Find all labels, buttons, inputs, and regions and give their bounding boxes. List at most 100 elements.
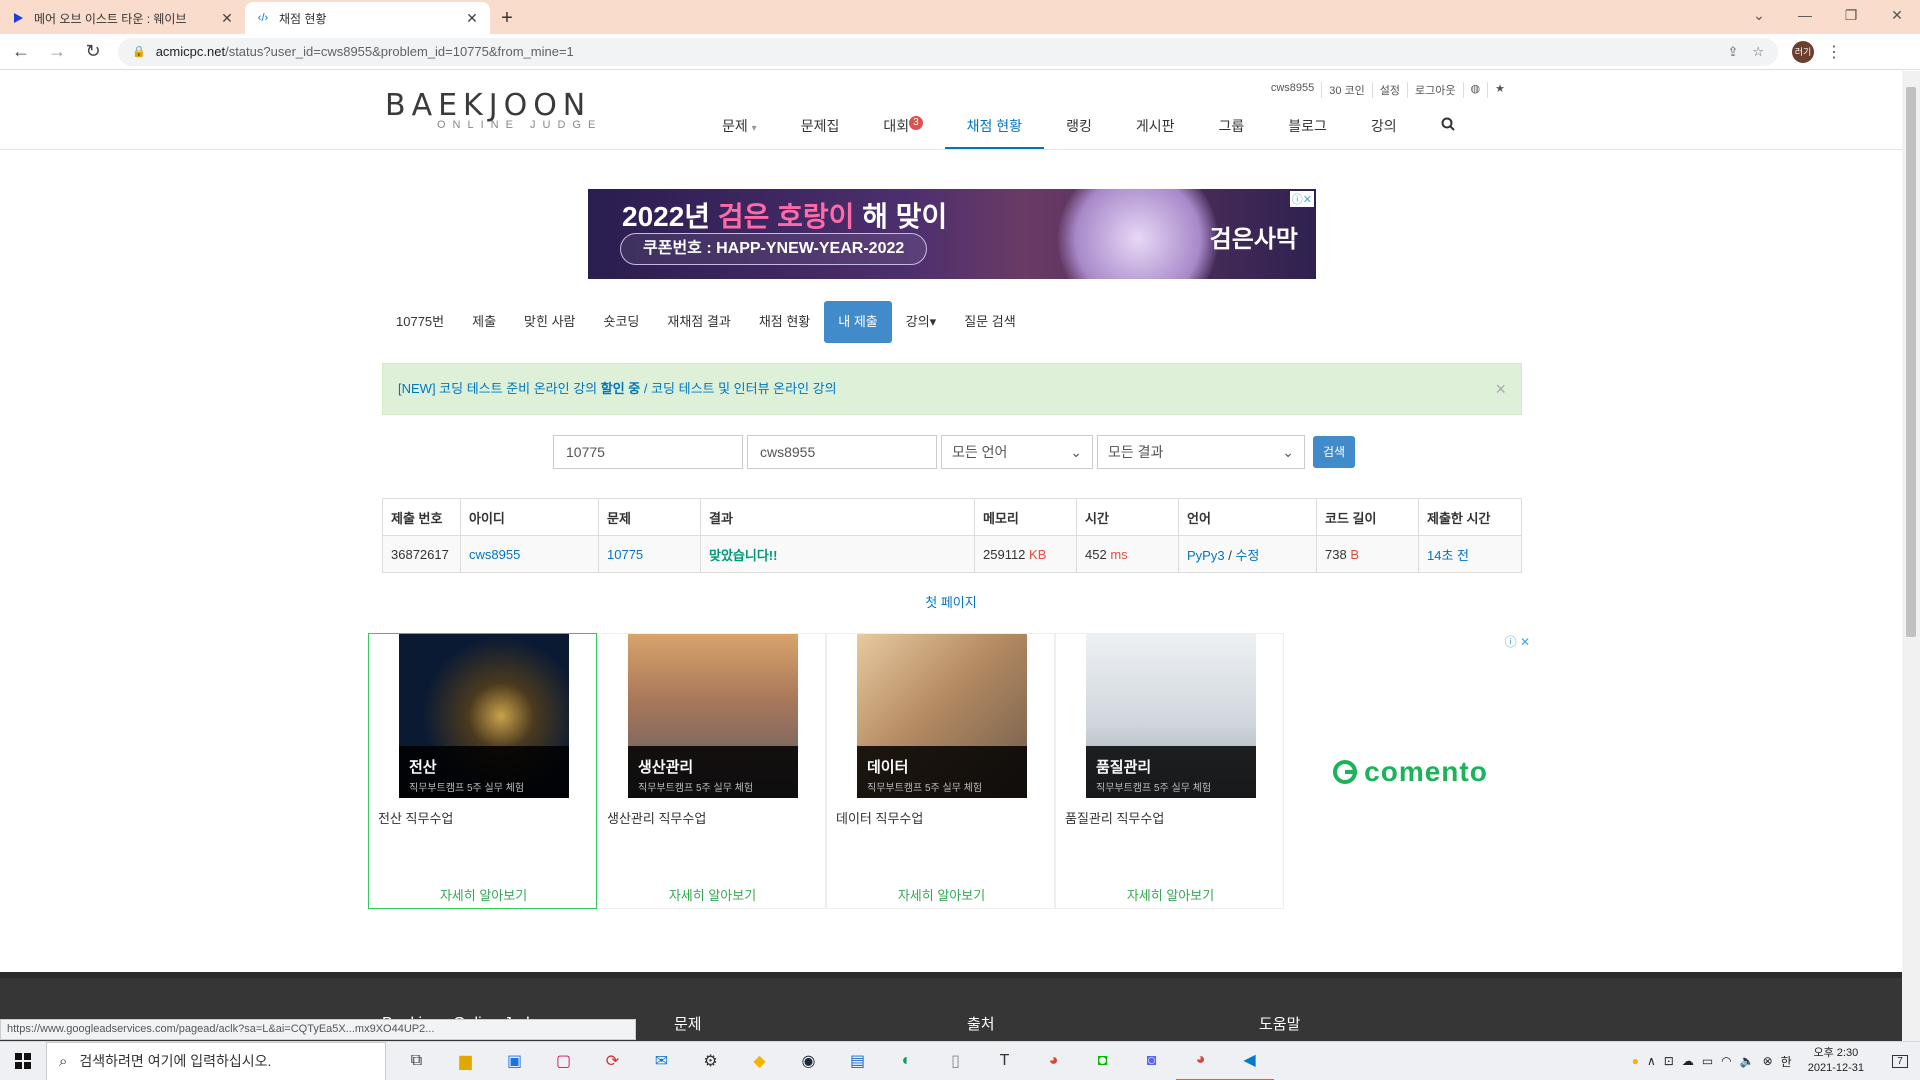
line-icon[interactable]: ◘ <box>1078 1042 1127 1080</box>
discord-icon[interactable]: ◙ <box>1127 1042 1176 1080</box>
close-window-button[interactable]: ✕ <box>1874 0 1920 30</box>
user-link[interactable]: cws8955 <box>469 547 520 562</box>
taskbar-clock[interactable]: 오후 2:30 2021-12-31 <box>1808 1046 1864 1076</box>
tab-search-icon[interactable]: ⌄ <box>1736 0 1782 30</box>
nav-board[interactable]: 게시판 <box>1114 111 1197 149</box>
subnav-lecture[interactable]: 강의▾ <box>892 301 950 343</box>
user-id-input[interactable]: cws8955 <box>747 435 937 469</box>
search-button[interactable]: 검색 <box>1313 436 1356 468</box>
ad-more-link[interactable]: 자세히 알아보기 <box>598 885 827 904</box>
adchoices-icon[interactable]: ⓘ✕ <box>1289 191 1314 207</box>
new-tab-button[interactable]: + <box>490 2 524 34</box>
coin-link[interactable]: 30 코인 <box>1321 82 1372 98</box>
scrollbar-thumb[interactable] <box>1906 87 1916 637</box>
browser-tab-status[interactable]: ‹/› 채점 현황 ✕ <box>245 2 490 34</box>
cloud-icon[interactable]: ☁ <box>1682 1054 1694 1068</box>
reload-icon[interactable]: ↻ <box>78 37 108 67</box>
notification-dot-icon[interactable]: ● <box>1632 1054 1639 1068</box>
browser-tab-wavve[interactable]: 메어 오브 이스트 타운 : 웨이브 ✕ <box>0 2 245 34</box>
share-icon[interactable]: ⇪ <box>1727 44 1738 60</box>
nav-group[interactable]: 그룹 <box>1196 111 1266 149</box>
ad-banner[interactable]: 2022년 검은 호랑이 해 맞이 쿠폰번호 : HAPP-YNEW-YEAR-… <box>588 189 1316 279</box>
problem-link[interactable]: 10775 <box>607 547 643 562</box>
forward-icon[interactable]: → <box>42 37 72 67</box>
username-link[interactable]: cws8955 <box>1264 82 1321 98</box>
subnav-question-search[interactable]: 질문 검색 <box>950 301 1029 343</box>
adchoices-icon[interactable]: ⓘ ✕ <box>1505 633 1530 650</box>
windows-start-icon[interactable] <box>0 1042 46 1080</box>
ad-brand-panel[interactable]: ⓘ ✕ comento <box>1284 633 1536 911</box>
submitted-time-link[interactable]: 14초 전 <box>1427 548 1469 563</box>
alert-link[interactable]: [NEW] 코딩 테스트 준비 온라인 강의 할인 중 / 코딩 테스트 및 인… <box>398 381 837 396</box>
ad-card[interactable]: 데이터 직무부트캠프 5주 실무 체험 데이터 직무수업 자세히 알아보기 <box>826 633 1055 909</box>
store-icon[interactable]: ▣ <box>490 1042 539 1080</box>
typora-icon[interactable]: T <box>980 1042 1029 1080</box>
subnav-solved[interactable]: 맞힌 사람 <box>510 301 589 343</box>
first-page-link[interactable]: 첫 페이지 <box>925 595 976 610</box>
mute-icon[interactable]: ⊗ <box>1763 1054 1773 1068</box>
mail-icon[interactable]: ✉ <box>637 1042 686 1080</box>
restore-button[interactable]: ❐ <box>1828 0 1874 30</box>
app-icon[interactable]: ▢ <box>539 1042 588 1080</box>
chrome-icon[interactable]: ◕ <box>1029 1042 1078 1080</box>
nav-ranking[interactable]: 랭킹 <box>1044 111 1114 149</box>
subnav-shortcoding[interactable]: 숏코딩 <box>590 301 654 343</box>
ad-card[interactable]: 전산 직무부트캠프 5주 실무 체험 전산 직무수업 자세히 알아보기 <box>368 633 597 909</box>
search-icon[interactable] <box>1419 111 1477 149</box>
lock-icon[interactable]: 🔒 <box>132 45 146 58</box>
close-tab-icon[interactable]: ✕ <box>219 10 235 27</box>
back-icon[interactable]: ← <box>6 37 36 67</box>
ad-more-link[interactable]: 자세히 알아보기 <box>369 885 598 904</box>
browser-menu-icon[interactable]: ⋮ <box>1826 42 1842 62</box>
edge-icon[interactable]: ◐ <box>882 1042 931 1080</box>
ad-card[interactable]: 생산관리 직무부트캠프 5주 실무 체험 생산관리 직무수업 자세히 알아보기 <box>597 633 826 909</box>
subnav-my-submissions[interactable]: 내 제출 <box>824 301 892 343</box>
taskbar-search-box[interactable]: ⌕ 검색하려면 여기에 입력하십시오. <box>46 1041 386 1080</box>
vscode-icon[interactable]: ◀ <box>1225 1042 1274 1080</box>
ad-more-link[interactable]: 자세히 알아보기 <box>1056 885 1285 904</box>
globe-icon[interactable]: ◍ <box>1462 82 1488 98</box>
language-select[interactable]: 모든 언어 ⌄ <box>941 435 1093 469</box>
close-icon[interactable]: × <box>1495 364 1506 414</box>
chrome-running-icon[interactable]: ◕ <box>1176 1042 1225 1080</box>
result-select[interactable]: 모든 결과 ⌄ <box>1097 435 1305 469</box>
address-bar[interactable]: 🔒 acmicpc.net/status?user_id=cws8955&pro… <box>118 37 1778 66</box>
file-icon[interactable]: ▯ <box>931 1042 980 1080</box>
git-icon[interactable]: ◆ <box>735 1042 784 1080</box>
nav-status[interactable]: 채점 현황 <box>944 111 1045 149</box>
site-logo[interactable]: BAEKJOON ONLINE JUDGE <box>385 88 631 131</box>
language-link[interactable]: PyPy3 <box>1187 548 1225 563</box>
nav-blog[interactable]: 블로그 <box>1266 111 1349 149</box>
settings-gear-icon[interactable]: ⚙ <box>686 1042 735 1080</box>
problem-id-input[interactable]: 10775 <box>553 435 743 469</box>
nav-workbook[interactable]: 문제집 <box>779 111 862 149</box>
battery-icon[interactable]: ▭ <box>1702 1054 1713 1068</box>
settings-link[interactable]: 설정 <box>1371 82 1407 98</box>
ad-more-link[interactable]: 자세히 알아보기 <box>827 885 1056 904</box>
action-center-icon[interactable]: 7 <box>1880 1042 1920 1080</box>
nav-contest[interactable]: 대회 3 <box>861 111 944 149</box>
tray-app-icon[interactable]: ⊡ <box>1664 1054 1674 1068</box>
minimize-button[interactable]: — <box>1782 0 1828 30</box>
subnav-submit[interactable]: 제출 <box>458 301 510 343</box>
page-scrollbar[interactable] <box>1902 71 1920 1041</box>
profile-avatar[interactable]: 러기 <box>1792 40 1814 63</box>
volume-icon[interactable]: 🔈 <box>1740 1054 1755 1068</box>
tray-expand-icon[interactable]: ∧ <box>1647 1054 1656 1068</box>
subnav-problem[interactable]: 10775번 <box>382 301 458 343</box>
wifi-icon[interactable]: ◠ <box>1721 1054 1731 1068</box>
reader-icon[interactable]: ▤ <box>833 1042 882 1080</box>
logout-link[interactable]: 로그아웃 <box>1407 82 1462 98</box>
edit-link[interactable]: 수정 <box>1235 548 1259 563</box>
bookmark-star-icon[interactable]: ☆ <box>1752 44 1764 60</box>
close-tab-icon[interactable]: ✕ <box>464 10 480 27</box>
file-explorer-icon[interactable]: ▆ <box>441 1042 490 1080</box>
steam-icon[interactable]: ◉ <box>784 1042 833 1080</box>
sync-icon[interactable]: ⟳ <box>588 1042 637 1080</box>
star-icon[interactable]: ★ <box>1487 82 1512 98</box>
nav-problems[interactable]: 문제 ▾ <box>700 111 779 149</box>
nav-lecture[interactable]: 강의 <box>1349 111 1419 149</box>
ime-indicator[interactable]: 한 <box>1781 1053 1792 1070</box>
subnav-rejudge[interactable]: 재채점 결과 <box>653 301 744 343</box>
subnav-status[interactable]: 채점 현황 <box>745 301 824 343</box>
